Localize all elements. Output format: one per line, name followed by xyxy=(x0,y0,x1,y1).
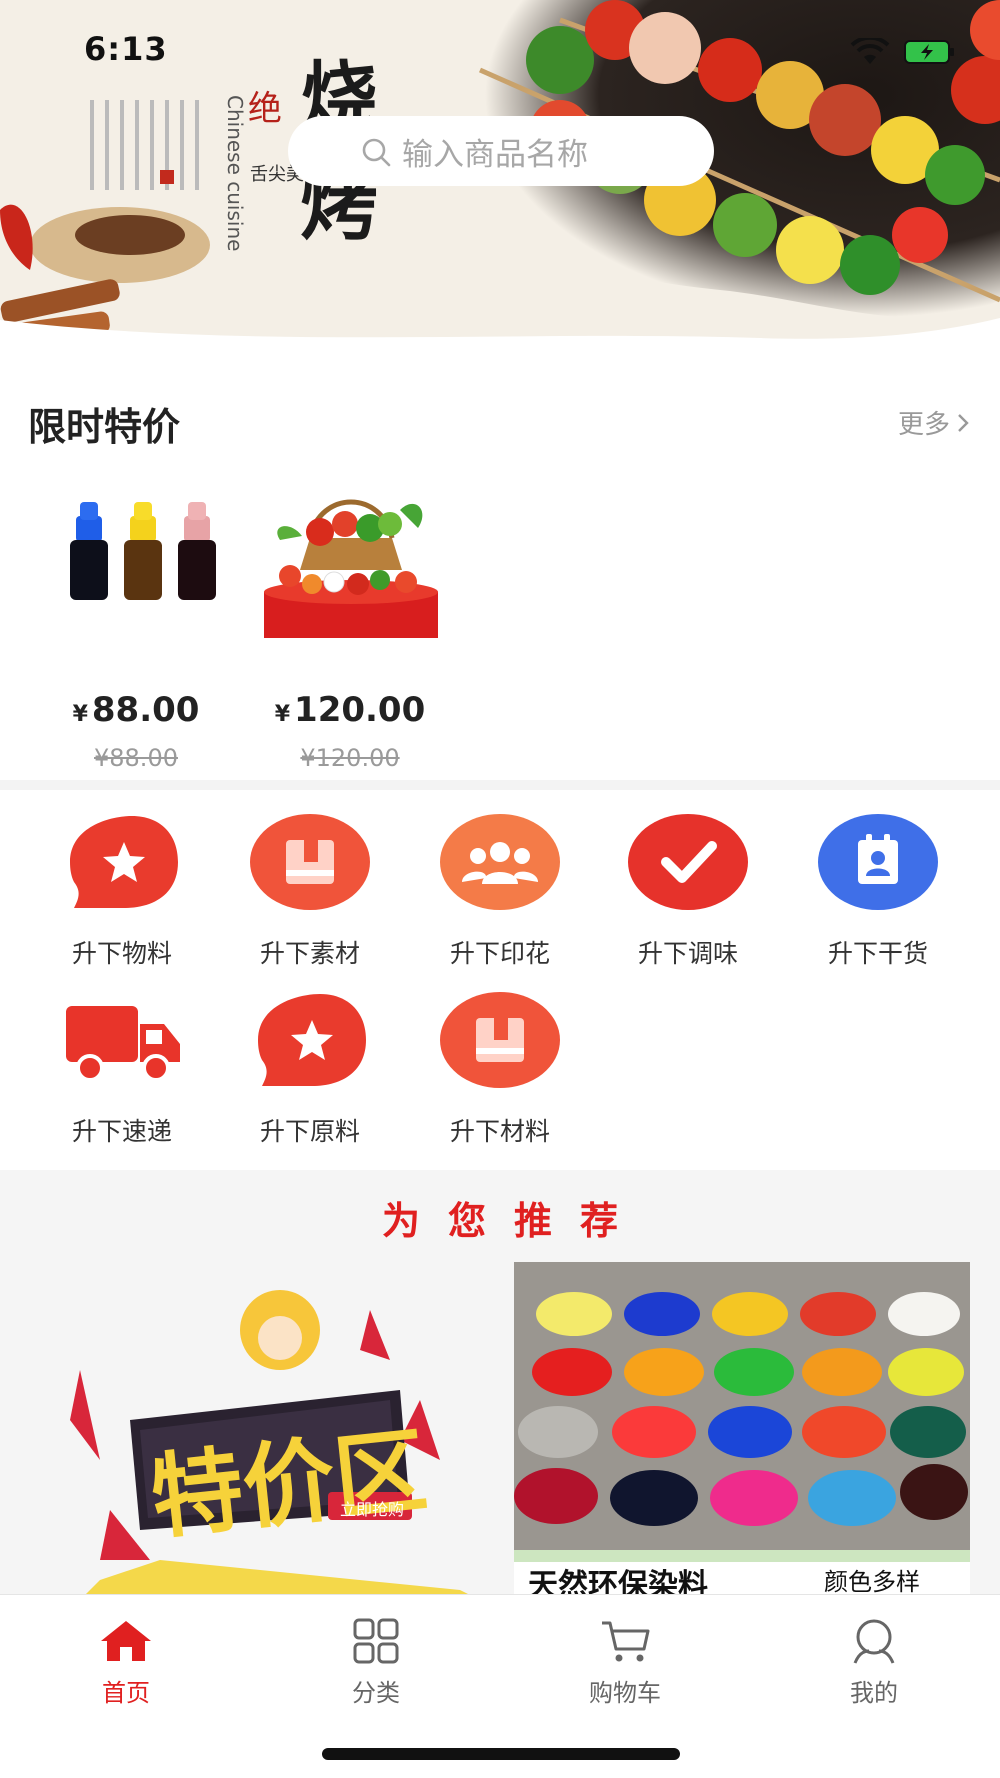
category-item[interactable]: 升下干货 xyxy=(798,812,958,970)
people-icon xyxy=(440,814,560,910)
chevron-right-icon xyxy=(958,413,969,432)
category-label: 升下干货 xyxy=(827,939,928,968)
home-indicator[interactable] xyxy=(322,1748,680,1760)
category-item[interactable]: 升下速递 xyxy=(42,990,202,1148)
category-label: 升下印花 xyxy=(449,939,550,968)
promo-button[interactable]: 立即抢购 xyxy=(332,1496,412,1520)
check-icon xyxy=(628,814,748,910)
category-label: 升下调味 xyxy=(637,939,738,968)
star-icon xyxy=(258,994,366,1086)
price-value: 88.00 xyxy=(91,690,200,730)
more-link[interactable]: 更多 xyxy=(898,404,970,441)
recommend-section: 为您推荐 特价区 立即抢购 天然环保染料 颜色多样 xyxy=(0,1170,1000,1594)
tab-cart[interactable]: 购物车 xyxy=(555,1617,695,1708)
book-icon xyxy=(250,814,370,910)
tab-category[interactable]: 分类 xyxy=(306,1617,446,1708)
more-label: 更多 xyxy=(897,410,950,440)
cart-icon xyxy=(602,1621,650,1662)
tab-home[interactable]: 首页 xyxy=(56,1617,196,1708)
dye-powder-card[interactable]: 天然环保染料 颜色多样 xyxy=(514,1262,970,1594)
ink-bottles-image xyxy=(36,480,236,640)
grid-icon xyxy=(353,1618,399,1664)
category-item[interactable]: 升下调味 xyxy=(608,812,768,970)
section-title: 限时特价 xyxy=(28,405,181,449)
category-label: 升下原料 xyxy=(259,1117,360,1146)
powder-caption: 天然环保染料 xyxy=(528,1568,708,1594)
tab-label: 分类 xyxy=(352,1679,400,1707)
tab-label: 首页 xyxy=(102,1679,150,1707)
book-icon xyxy=(440,992,560,1088)
banner[interactable]: 烧 烤 绝 Chinese cuisine 舌尖美味 6:13 输入商品名称 xyxy=(0,0,1000,360)
currency-symbol: ¥ xyxy=(274,702,291,727)
category-label: 升下速递 xyxy=(71,1117,172,1146)
vegetable-basket-image xyxy=(250,480,450,640)
product-price: ¥88.00 xyxy=(36,690,236,730)
truck-icon xyxy=(66,1006,180,1082)
star-icon xyxy=(70,816,178,908)
dye-powder-image xyxy=(514,1262,970,1562)
status-time: 6:13 xyxy=(84,30,168,68)
category-item[interactable]: 升下印花 xyxy=(420,812,580,970)
special-offer-banner[interactable]: 特价区 立即抢购 xyxy=(40,1260,480,1594)
search-icon xyxy=(362,138,391,167)
product-card[interactable]: ¥88.00 ¥88.00 xyxy=(36,480,236,772)
tab-label: 购物车 xyxy=(589,1679,661,1707)
id-card-icon xyxy=(818,814,938,910)
battery-charging-icon xyxy=(904,40,954,64)
powder-caption-right: 颜色多样 xyxy=(824,1568,920,1594)
category-label: 升下物料 xyxy=(71,939,172,968)
product-card[interactable]: ¥120.00 ¥120.00 xyxy=(250,480,450,772)
section-divider xyxy=(0,780,1000,790)
recommend-title: 为您推荐 xyxy=(381,1199,646,1243)
svg-text:Chinese cuisine: Chinese cuisine xyxy=(223,95,247,251)
product-price: ¥120.00 xyxy=(250,690,450,730)
original-price: ¥120.00 xyxy=(300,744,400,772)
category-grid: 升下物料 升下素材 升下印花 升下调味 升下干货 升下速递 升下原料 升下材料 xyxy=(0,790,1000,1170)
category-item[interactable]: 升下原料 xyxy=(230,990,390,1148)
wifi-icon xyxy=(850,38,890,64)
status-icons xyxy=(850,38,956,66)
search-bar[interactable]: 输入商品名称 xyxy=(288,116,714,186)
category-item[interactable]: 升下素材 xyxy=(230,812,390,970)
price-value: 120.00 xyxy=(294,690,426,730)
search-input[interactable]: 输入商品名称 xyxy=(402,129,588,174)
original-price: ¥88.00 xyxy=(94,744,178,772)
tab-label: 我的 xyxy=(850,1679,898,1707)
svg-text:绝: 绝 xyxy=(248,89,282,129)
category-item[interactable]: 升下物料 xyxy=(42,812,202,970)
flash-sale-section: 限时特价 更多 ¥88.00 ¥88.00 ¥ 120.00 ¥120.00 xyxy=(0,360,1000,780)
tab-profile[interactable]: 我的 xyxy=(804,1617,944,1708)
category-item[interactable]: 升下材料 xyxy=(420,990,580,1148)
home-icon xyxy=(101,1621,151,1661)
category-label: 升下材料 xyxy=(449,1117,550,1146)
currency-symbol: ¥ xyxy=(72,702,88,727)
category-label: 升下素材 xyxy=(259,939,360,968)
profile-icon xyxy=(853,1619,895,1664)
